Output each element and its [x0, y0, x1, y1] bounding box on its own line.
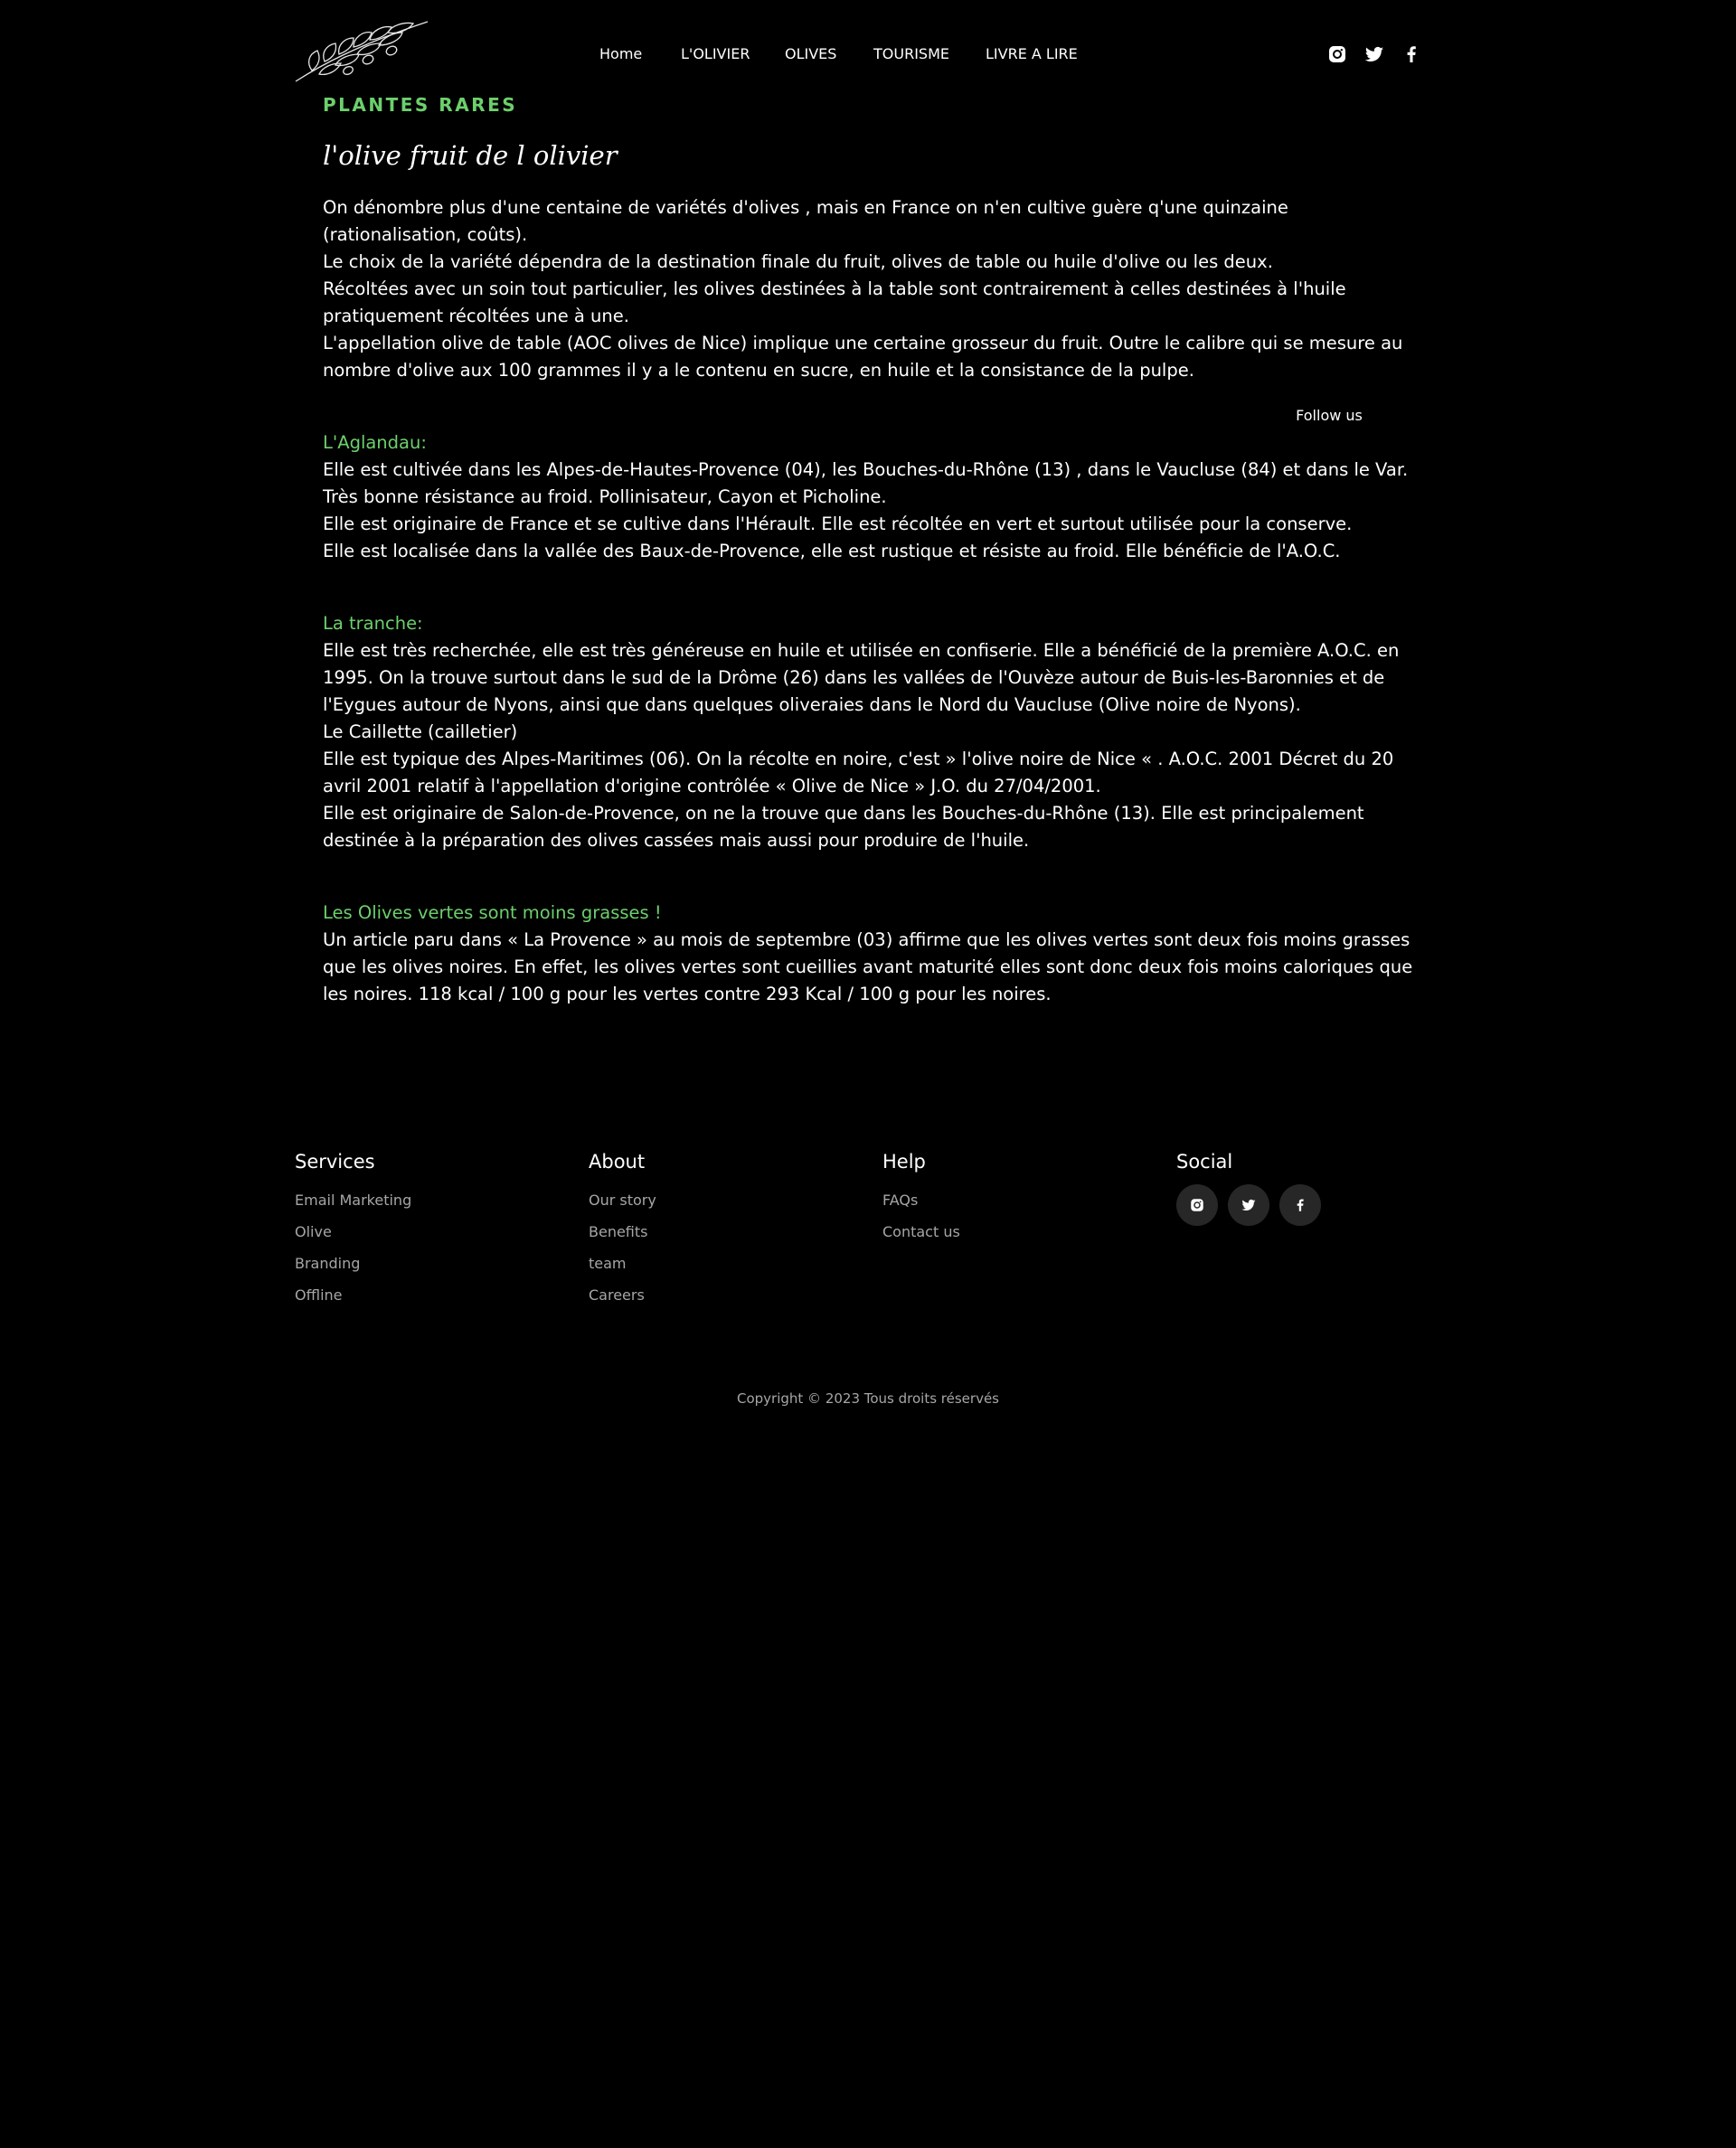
nav-item-home[interactable]: Home: [599, 43, 642, 65]
footer-column-title: Services: [295, 1151, 375, 1173]
intro-paragraph: On dénombre plus d'une centaine de varié…: [323, 197, 1288, 245]
section-paragraph: Elle est originaire de Salon-de-Provence…: [323, 803, 1364, 851]
instagram-icon[interactable]: [1176, 1184, 1218, 1226]
page-kicker: PLANTES RARES: [323, 94, 518, 116]
footer-column-title: About: [589, 1151, 646, 1173]
intro-text: On dénombre plus d'une centaine de varié…: [323, 194, 1421, 384]
instagram-icon[interactable]: [1326, 43, 1348, 65]
intro-paragraph: Le choix de la variété dépendra de la de…: [323, 251, 1273, 272]
footer-link-offline[interactable]: Offline: [295, 1279, 566, 1311]
footer-column-title: Social: [1176, 1151, 1233, 1173]
nav-item-livre-a-lire[interactable]: LIVRE A LIRE: [986, 43, 1078, 65]
section-paragraph: Elle est originaire de France et se cult…: [323, 513, 1353, 534]
facebook-icon[interactable]: [1401, 43, 1422, 65]
footer-link-olive[interactable]: Olive: [295, 1216, 566, 1248]
footer-link-contact-us[interactable]: Contact us: [882, 1216, 1154, 1248]
intro-paragraph: Récoltées avec un soin tout particulier,…: [323, 278, 1346, 326]
footer-link-benefits[interactable]: Benefits: [589, 1216, 860, 1248]
section-heading: L'Aglandau:: [323, 432, 427, 453]
section-paragraph: Elle est typique des Alpes-Maritimes (06…: [323, 749, 1394, 796]
footer-link-team[interactable]: team: [589, 1248, 860, 1279]
footer-column-title: Help: [882, 1151, 926, 1173]
footer-link-faqs[interactable]: FAQs: [882, 1184, 1154, 1216]
footer-link-email-marketing[interactable]: Email Marketing: [295, 1184, 566, 1216]
twitter-icon[interactable]: [1228, 1184, 1269, 1226]
footer-link-our-story[interactable]: Our story: [589, 1184, 860, 1216]
copyright-text: Copyright © 2023 Tous droits réservés: [736, 1390, 1000, 1407]
section-heading: Les Olives vertes sont moins grasses !: [323, 902, 662, 923]
footer-social-links: [1176, 1184, 1448, 1229]
nav-item-olivier[interactable]: L'OLIVIER: [681, 43, 750, 65]
footer-column-social: Social: [1176, 1148, 1448, 1229]
section-heading: La tranche:: [323, 613, 423, 634]
section-tranche: La tranche: Elle est très recherchée, el…: [323, 610, 1421, 854]
section-paragraph: Le Caillette (cailletier): [323, 721, 518, 742]
page-title: l'olive fruit de l olivier: [323, 140, 618, 171]
follow-us-label: Follow us: [1296, 407, 1363, 424]
facebook-icon[interactable]: [1279, 1184, 1321, 1226]
intro-paragraph: L'appellation olive de table (AOC olives…: [323, 333, 1403, 381]
twitter-icon[interactable]: [1363, 43, 1385, 65]
section-paragraph: Elle est très recherchée, elle est très …: [323, 640, 1400, 715]
footer-column-services: Services Email Marketing Olive Branding …: [295, 1148, 566, 1311]
nav-item-olives[interactable]: OLIVES: [785, 43, 836, 65]
footer-column-help: Help FAQs Contact us: [882, 1148, 1154, 1248]
section-paragraph: Elle est cultivée dans les Alpes-de-Haut…: [323, 459, 1409, 507]
olive-branch-logo[interactable]: [294, 18, 431, 83]
section-paragraph: Elle est localisée dans la vallée des Ba…: [323, 541, 1341, 561]
section-paragraph: Un article paru dans « La Provence » au …: [323, 929, 1413, 1004]
footer-link-branding[interactable]: Branding: [295, 1248, 566, 1279]
footer-link-careers[interactable]: Careers: [589, 1279, 860, 1311]
section-aglandau: L'Aglandau: Elle est cultivée dans les A…: [323, 429, 1421, 565]
nav-item-tourisme[interactable]: TOURISME: [873, 43, 949, 65]
site-header: Home L'OLIVIER OLIVES TOURISME LIVRE A L…: [0, 0, 1736, 99]
section-olives-vertes: Les Olives vertes sont moins grasses ! U…: [323, 900, 1421, 1008]
footer-column-about: About Our story Benefits team Careers: [589, 1148, 860, 1311]
